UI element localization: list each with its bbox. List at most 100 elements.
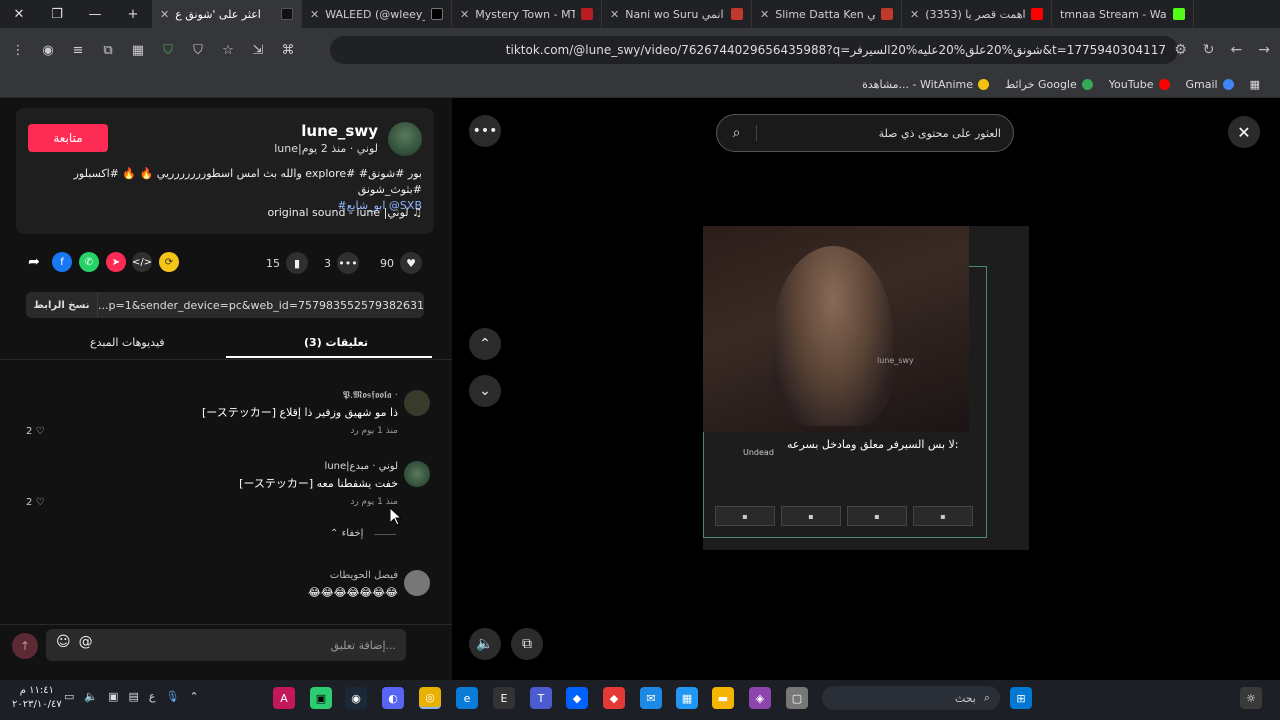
dropbox-icon[interactable]: ◆ <box>566 687 588 709</box>
video-frame[interactable]: lune_swy Undead لا بس السيرفر معلق ومادخ… <box>703 226 1029 550</box>
new-tab-button[interactable]: + <box>114 0 152 28</box>
back-icon[interactable]: ← <box>1231 42 1243 58</box>
follow-button[interactable]: متابعة <box>28 124 108 152</box>
whatsapp-icon[interactable]: ✆ <box>79 252 99 272</box>
network-icon[interactable]: ▣ <box>108 690 118 703</box>
search-icon[interactable]: ⌕ <box>717 125 757 141</box>
hide-replies-button[interactable]: ⌃ إخفاء <box>330 528 363 539</box>
close-tab-icon[interactable]: ✕ <box>760 8 769 21</box>
minimize-window-icon[interactable]: — <box>76 0 114 28</box>
bookmark-icon[interactable]: ▮ <box>286 252 308 274</box>
epic-games-icon[interactable]: E <box>493 687 515 709</box>
shield-icon[interactable]: ⛉ <box>158 40 178 60</box>
emoji-icon[interactable]: ☺ <box>56 634 71 650</box>
chrome-icon[interactable]: ◎ <box>419 687 441 709</box>
save-stat[interactable]: 15 ▮ <box>266 252 308 274</box>
app-icon-games[interactable]: ▣ <box>310 687 332 709</box>
share-icon[interactable]: ⇲ <box>248 40 268 60</box>
bookmark-maps[interactable]: خرائط Google <box>1005 78 1093 91</box>
tab-2[interactable]: ✕Mystery Town - MT S <box>452 0 602 28</box>
comment-icon[interactable]: ••• <box>337 252 359 274</box>
clock[interactable]: ١١:٤١ م ٢٠٢٣/١٠/٤٧ <box>12 684 62 712</box>
facebook-icon[interactable]: f <box>52 252 72 272</box>
address-bar[interactable]: tiktok.com/@lune_swy/video/7626744029656… <box>330 36 1178 64</box>
close-tab-icon[interactable]: ✕ <box>610 8 619 21</box>
close-tab-icon[interactable]: ✕ <box>460 8 469 21</box>
heart-outline-icon[interactable]: ♡ <box>36 497 45 508</box>
comment-like[interactable]: 2 ♡ <box>26 497 45 508</box>
repost-icon[interactable]: ⟳ <box>159 252 179 272</box>
share-arrow-icon[interactable]: ➦ <box>24 252 44 272</box>
link-text[interactable]: ...p=1&sender_device=pc&web_id=757983552… <box>98 299 424 312</box>
tab-creator-videos[interactable]: فيديوهات المبدع <box>90 336 165 349</box>
tab-3[interactable]: ✕ Nani wo Suru انمي <box>602 0 752 28</box>
send-comment-button[interactable]: ↑ <box>12 633 38 659</box>
bookmark-youtube[interactable]: YouTube <box>1109 78 1170 91</box>
more-options-icon[interactable]: ••• <box>469 115 501 147</box>
chevron-up-icon[interactable]: ⌃ <box>189 690 198 703</box>
display-icon[interactable]: ▤ <box>129 690 139 703</box>
app-icon-adobe[interactable]: A <box>273 687 295 709</box>
comment-meta[interactable]: منذ 1 يوم رد <box>350 426 398 436</box>
mail-icon[interactable]: ✉ <box>640 687 662 709</box>
pip-icon[interactable]: ⧉ <box>511 628 543 660</box>
store-icon[interactable]: ▦ <box>676 687 698 709</box>
weather-icon[interactable]: ☼ <box>1240 687 1262 709</box>
chevron-down-icon[interactable]: ⌄ <box>469 375 501 407</box>
related-search[interactable]: ⌕ العثور على محتوى ذي صلة <box>716 114 1014 152</box>
app-icon-red[interactable]: ◆ <box>603 687 625 709</box>
reload-icon[interactable]: ↻ <box>1203 42 1215 58</box>
profile-icon[interactable]: ◉ <box>38 40 58 60</box>
tab-1[interactable]: ✕WALEED (@wleey_20 <box>302 0 452 28</box>
tab-4[interactable]: ✕Slime Datta Ken انمي <box>752 0 902 28</box>
close-window-icon[interactable]: ✕ <box>0 0 38 28</box>
close-tab-icon[interactable]: ✕ <box>910 8 919 21</box>
send-icon[interactable]: ➤ <box>106 252 126 272</box>
translate-icon[interactable]: ⌘ <box>278 40 298 60</box>
bookmark-star-icon[interactable]: ☆ <box>218 40 238 60</box>
speaker-icon[interactable]: 🔈 <box>84 690 98 703</box>
taskbar-search[interactable]: بحث ⌕ <box>822 686 1000 710</box>
file-explorer-icon[interactable]: ▬ <box>712 687 734 709</box>
shield-outline-icon[interactable]: ⛉ <box>188 40 208 60</box>
copy-link-button[interactable]: نسخ الرابط <box>26 292 98 318</box>
tab-comments[interactable]: تعليقات (3) <box>304 336 368 349</box>
tab-6[interactable]: tmnaa Stream - Wat <box>1052 0 1194 28</box>
close-tab-icon[interactable]: ✕ <box>310 8 319 21</box>
teams-icon[interactable]: T <box>530 687 552 709</box>
restore-window-icon[interactable]: ❐ <box>38 0 76 28</box>
bookmark-gmail[interactable]: Gmail <box>1186 78 1234 91</box>
microphone-icon[interactable]: 🎙 <box>166 690 180 703</box>
commenter-avatar[interactable] <box>404 570 430 596</box>
tab-search-icon[interactable]: ≡ <box>68 40 88 60</box>
tab-0[interactable]: ✕ اعثر على 'شونق ع <box>152 0 302 28</box>
commenter-avatar[interactable] <box>404 390 430 416</box>
like-stat[interactable]: 90 ♥ <box>380 252 422 274</box>
edge-icon[interactable]: e <box>456 687 478 709</box>
volume-icon[interactable]: 🔈 <box>469 628 501 660</box>
extensions-icon[interactable]: ⧉ <box>98 40 118 60</box>
close-tab-icon[interactable]: ✕ <box>160 8 169 21</box>
menu-icon[interactable]: ⋮ <box>8 40 28 60</box>
comment-like[interactable]: 2 ♡ <box>26 426 45 437</box>
all-bookmarks-icon[interactable]: ▦ <box>1250 78 1260 91</box>
heart-outline-icon[interactable]: ♡ <box>36 426 45 437</box>
heart-icon[interactable]: ♥ <box>400 252 422 274</box>
language-indicator[interactable]: ع <box>149 690 156 703</box>
comment-input[interactable]: إضافة تعليق... <box>46 629 406 661</box>
embed-icon[interactable]: </> <box>132 252 152 272</box>
forward-icon[interactable]: → <box>1258 42 1270 58</box>
copilot-icon[interactable]: ◈ <box>749 687 771 709</box>
discord-icon[interactable]: ◐ <box>382 687 404 709</box>
mention-icon[interactable]: @ <box>79 634 93 650</box>
author-username[interactable]: lune_swy <box>301 122 378 140</box>
comment-stat[interactable]: 3 ••• <box>324 252 359 274</box>
app-icon-window[interactable]: ▢ <box>786 687 808 709</box>
sound-link[interactable]: original sound - lune |لوني ♫ <box>267 206 422 219</box>
commenter-name[interactable]: 𝕻.𝕸𝖔𝖘𝖋𝖔𝖔𝖑𝖆 · <box>343 390 398 401</box>
commenter-name[interactable]: فيصل الحويطات <box>330 570 398 581</box>
extension-icon[interactable]: ▦ <box>128 40 148 60</box>
close-icon[interactable]: ✕ <box>1228 116 1260 148</box>
author-avatar[interactable] <box>388 122 422 156</box>
commenter-name[interactable]: lune|لوني · مبدع <box>325 461 398 472</box>
